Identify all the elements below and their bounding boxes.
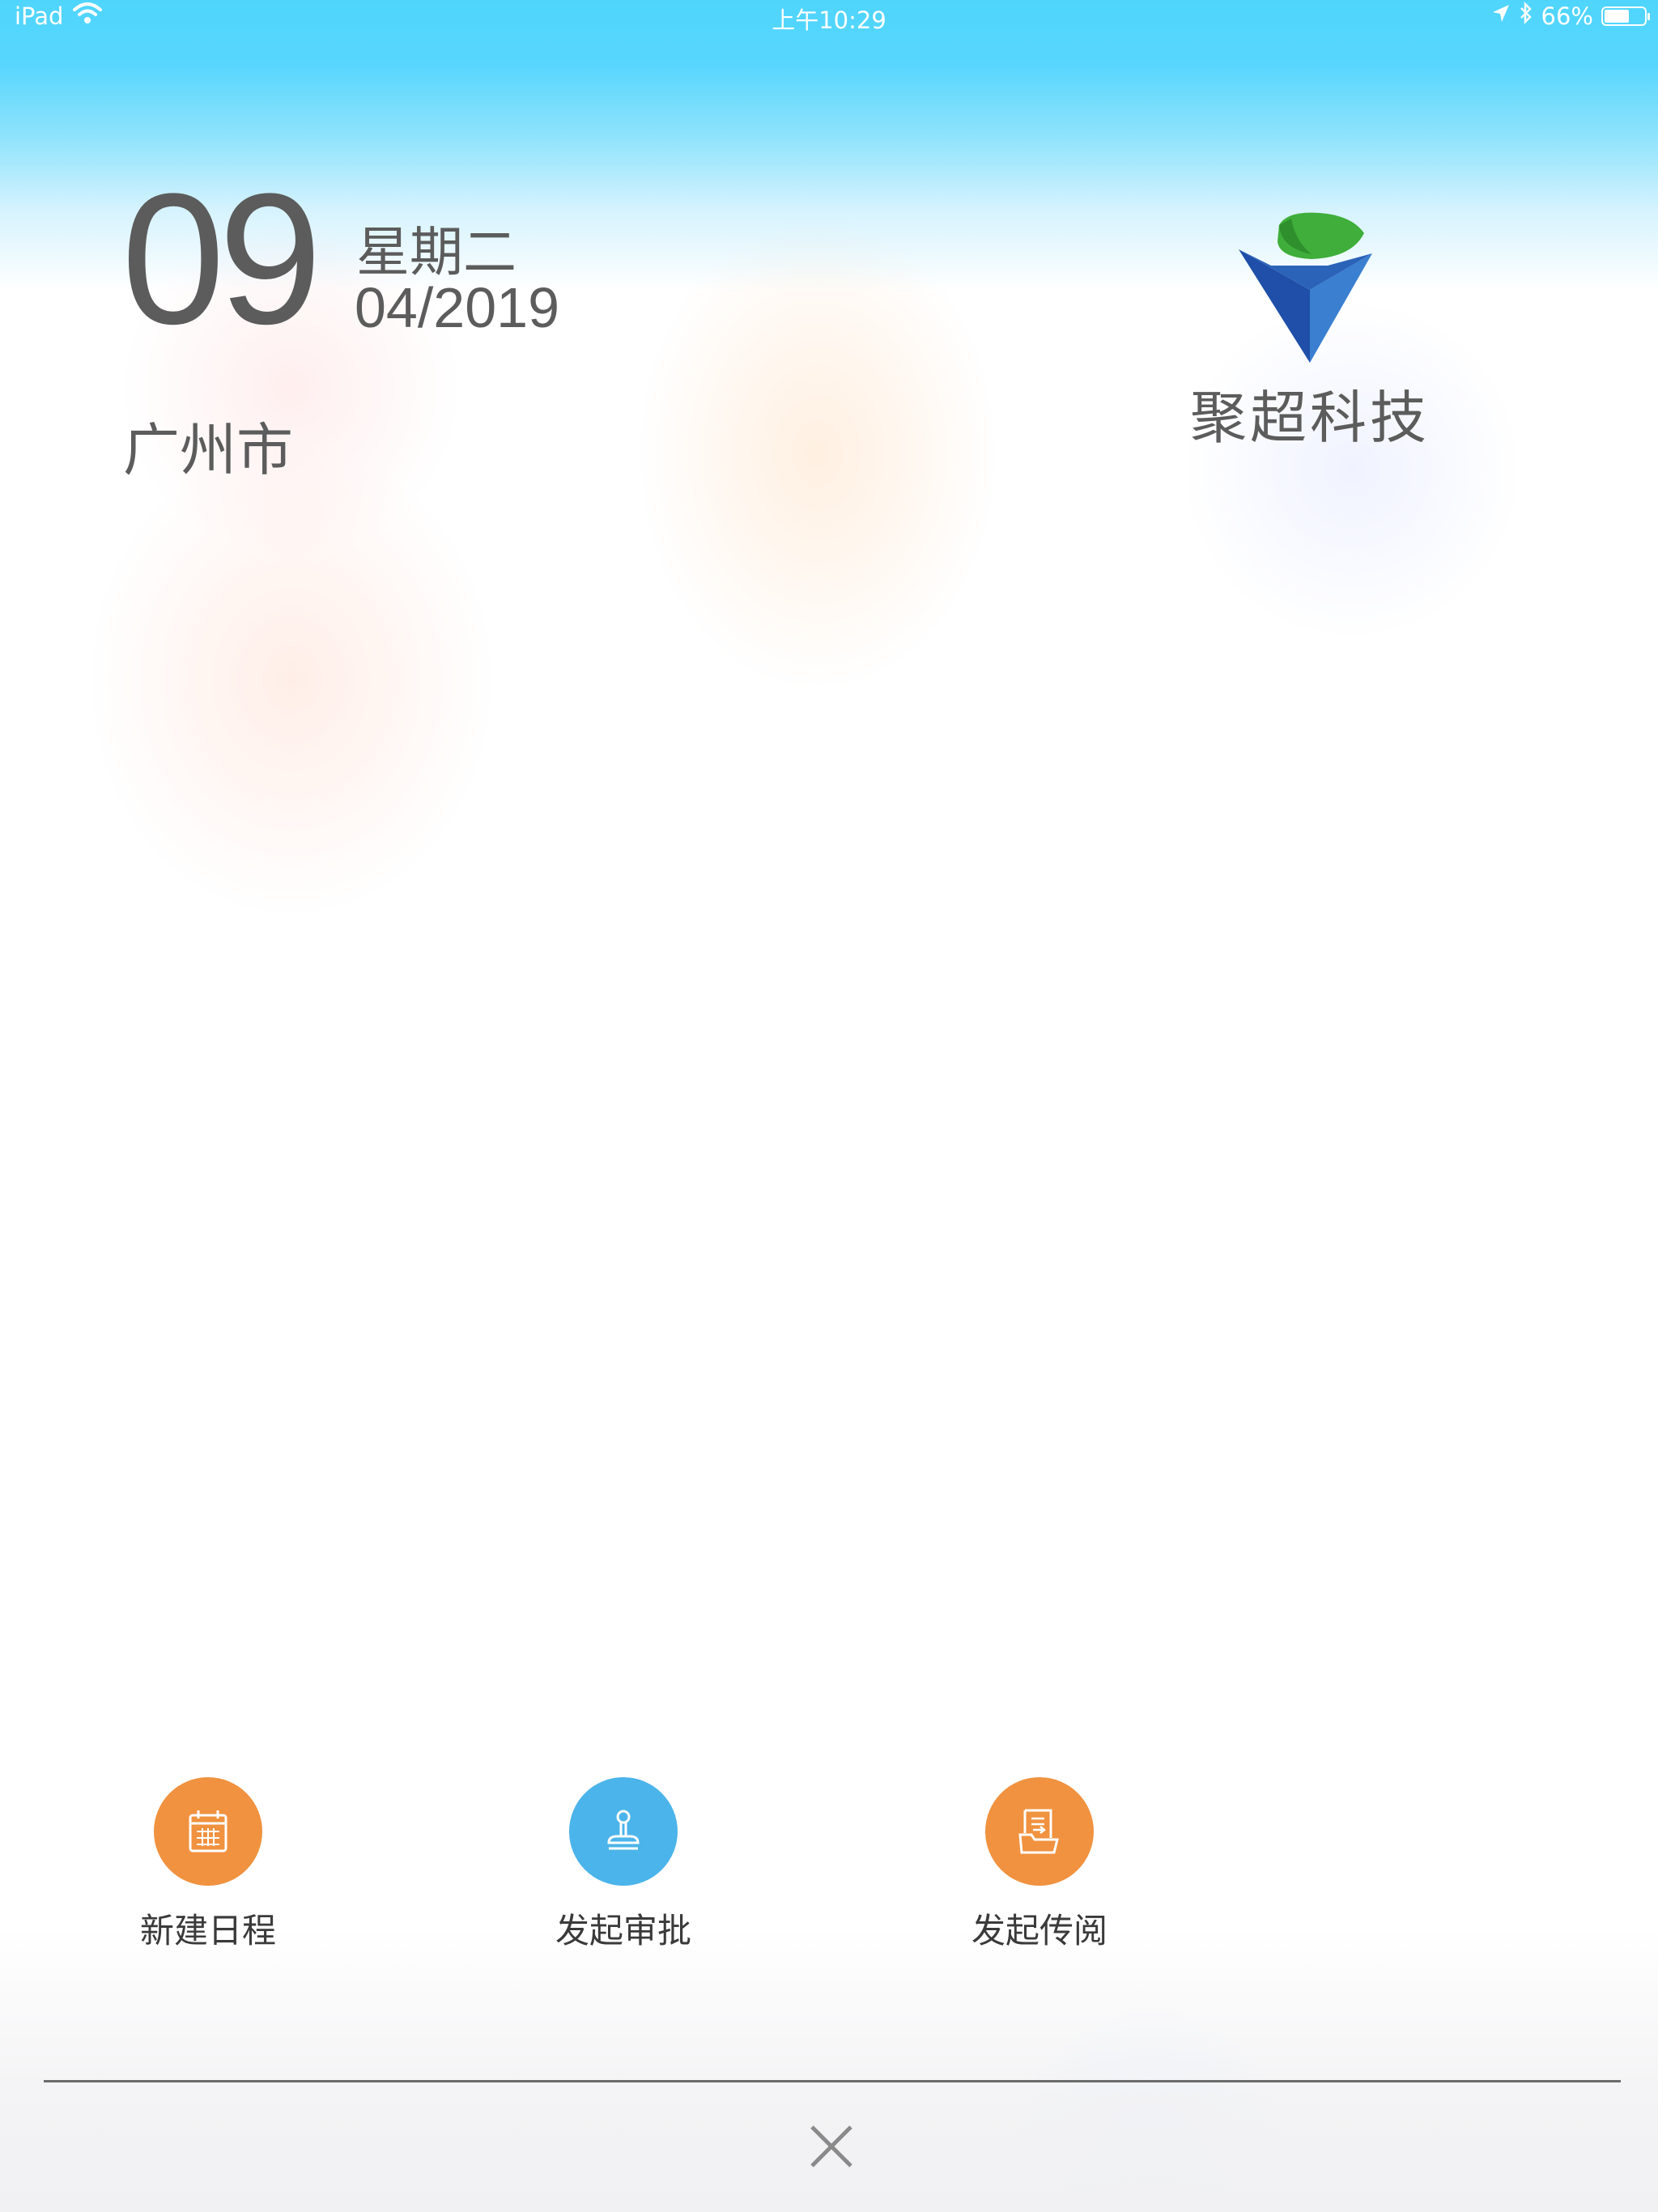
close-button[interactable] xyxy=(801,2116,861,2176)
status-right: 66% xyxy=(1491,1,1650,30)
month-year: 04/2019 xyxy=(355,276,560,339)
battery-icon xyxy=(1601,6,1650,26)
battery-percent: 66% xyxy=(1541,2,1593,30)
new-schedule-label: 新建日程 xyxy=(139,1911,276,1950)
company-logo xyxy=(1231,209,1376,371)
city-name: 广州市 xyxy=(123,417,293,483)
location-arrow-icon xyxy=(1491,2,1511,30)
status-time: 上午10:29 xyxy=(772,6,886,34)
start-circulation-button[interactable]: 发起传阅 xyxy=(934,1777,1145,1953)
close-icon[interactable] xyxy=(809,2124,854,2169)
start-approval-label: 发起审批 xyxy=(555,1911,691,1950)
stamp-icon[interactable] xyxy=(569,1777,678,1886)
document-forward-icon[interactable] xyxy=(985,1777,1094,1886)
status-bar: iPad 上午10:29 66% xyxy=(0,0,1658,34)
calendar-icon[interactable] xyxy=(154,1777,262,1886)
bluetooth-icon xyxy=(1519,1,1533,30)
start-circulation-label: 发起传阅 xyxy=(971,1911,1107,1950)
divider xyxy=(44,2080,1621,2082)
company-name: 聚超科技 xyxy=(1190,385,1430,451)
new-schedule-button[interactable]: 新建日程 xyxy=(103,1777,313,1953)
day-number: 09 xyxy=(121,155,322,363)
start-approval-button[interactable]: 发起审批 xyxy=(518,1777,729,1953)
battery-fill xyxy=(1605,9,1630,23)
